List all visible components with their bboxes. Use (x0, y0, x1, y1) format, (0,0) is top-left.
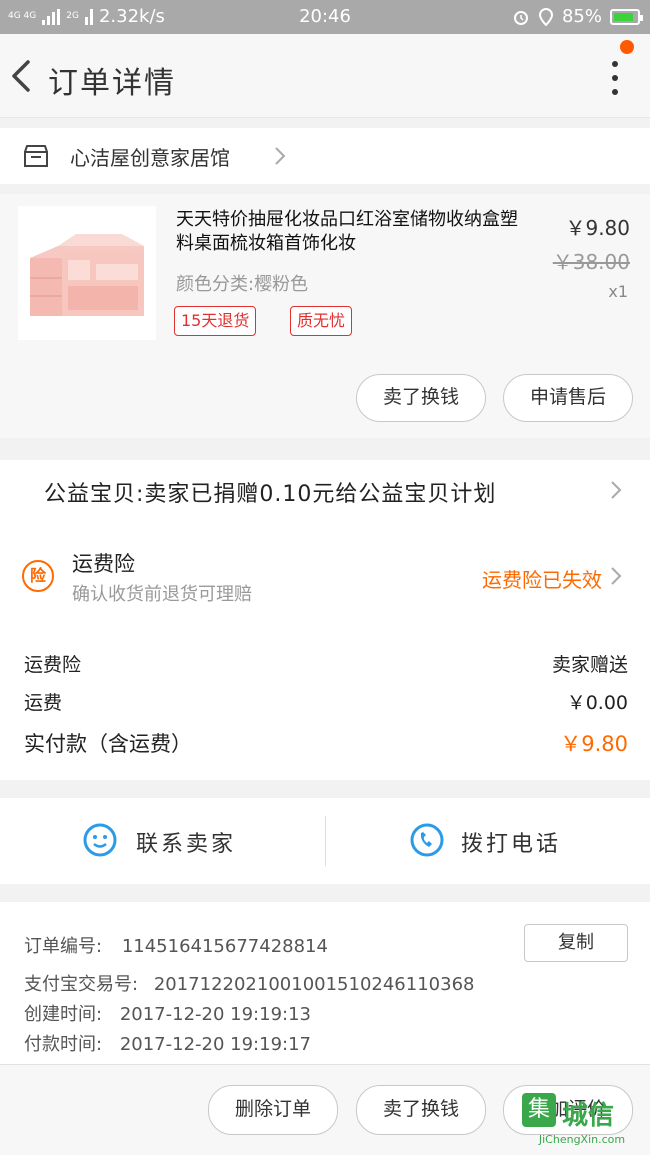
call-label: 拨打电话 (461, 832, 562, 857)
sell-button-bottom[interactable]: 卖了换钱 (356, 1085, 486, 1135)
page-title: 订单详情 (48, 66, 176, 101)
fee-row-insurance: 运费险 卖家赠送 (24, 650, 628, 677)
shop-row[interactable]: 心洁屋创意家居馆 (0, 128, 650, 184)
return-policy-tag: 15天退货 (174, 306, 257, 336)
copy-button[interactable]: 复制 (524, 924, 628, 962)
chat-icon (83, 823, 117, 857)
total-amount: ￥9.80 (560, 732, 628, 756)
paid-label: 付款时间: (24, 1034, 103, 1055)
insurance-title: 运费险 (72, 552, 135, 576)
fee-label: 运费 (24, 692, 63, 714)
contact-seller-label: 联系卖家 (136, 832, 237, 857)
charity-text: 公益宝贝:卖家已捐赠0.10元给公益宝贝计划 (44, 482, 497, 507)
watermark-badge: 集 (522, 1093, 556, 1127)
chevron-right-icon (611, 567, 622, 585)
call-button[interactable]: 拨打电话 (325, 798, 650, 884)
more-menu-button[interactable] (608, 58, 622, 98)
alipay-label: 支付宝交易号: (24, 974, 139, 995)
fee-row-shipping: 运费 ￥0.00 (24, 688, 628, 715)
product-image[interactable] (18, 206, 156, 340)
insurance-subtitle: 确认收货前退货可理赔 (72, 584, 252, 605)
created-label: 创建时间: (24, 1004, 103, 1025)
notification-dot (620, 40, 634, 54)
phone-icon (410, 823, 444, 857)
fees-section: 运费险 卖家赠送 运费 ￥0.00 实付款（含运费） ￥9.80 (0, 632, 650, 780)
product-title[interactable]: 天天特价抽屉化妆品口红浴室储物收纳盒塑料桌面梳妆箱首饰化妆 (176, 208, 526, 256)
back-button[interactable] (6, 56, 36, 96)
alipay-number-row: 支付宝交易号: 2017122021001001510246110368 (24, 970, 474, 996)
watermark-url: JiChengXin.com (538, 1133, 626, 1146)
header: 订单详情 (0, 34, 650, 118)
fee-value: 卖家赠送 (551, 654, 628, 676)
product-spec: 颜色分类:樱粉色 (176, 274, 309, 295)
shop-icon (24, 145, 48, 167)
contact-section: 联系卖家 拨打电话 (0, 798, 650, 884)
insurance-status: 运费险已失效 (482, 568, 602, 592)
watermark-text: 城信 (562, 1101, 615, 1131)
shipping-insurance-row[interactable]: 险 运费险 确认收货前退货可理赔 运费险已失效 (0, 520, 650, 632)
product-price: ￥9.80 (565, 216, 630, 240)
fee-label: 运费险 (24, 654, 82, 676)
location-icon (538, 7, 553, 26)
after-sales-button[interactable]: 申请售后 (503, 374, 633, 422)
battery-percent: 85% (561, 6, 602, 27)
fee-row-total: 实付款（含运费） ￥9.80 (24, 728, 628, 758)
order-number-label: 订单编号: (24, 936, 103, 957)
order-info-section: 订单编号: 114516415677428814 复制 支付宝交易号: 2017… (0, 902, 650, 1066)
fee-value: ￥0.00 (566, 692, 628, 714)
status-bar: 4G 4G 2G 2.32k/s 20:46 85% (0, 0, 650, 34)
product-original-price: ￥38.00 (552, 250, 630, 274)
created-time: 2017-12-20 19:19:13 (119, 1004, 311, 1025)
quality-tag: 质无忧 (290, 306, 353, 336)
shop-name: 心洁屋创意家居馆 (70, 146, 230, 170)
charity-row[interactable]: 公益宝贝:卖家已捐赠0.10元给公益宝贝计划 (0, 460, 650, 520)
battery-icon (610, 8, 643, 25)
insurance-badge-icon: 险 (22, 560, 54, 592)
chevron-right-icon (611, 481, 622, 499)
order-number: 114516415677428814 (121, 936, 328, 957)
alipay-number: 2017122021001001510246110368 (153, 974, 475, 995)
contact-seller-button[interactable]: 联系卖家 (0, 798, 325, 884)
watermark-logo: 集 城信 JiChengXin.com (522, 1093, 642, 1151)
product-quantity: x1 (608, 282, 628, 301)
bottom-action-bar: 删除订单 卖了换钱 追加评价 集 城信 JiChengXin.com (0, 1064, 650, 1155)
sell-button[interactable]: 卖了换钱 (356, 374, 486, 422)
delete-order-button[interactable]: 删除订单 (208, 1085, 338, 1135)
paid-time-row: 付款时间: 2017-12-20 19:19:17 (24, 1030, 311, 1056)
order-number-row: 订单编号: 114516415677428814 (24, 932, 328, 958)
chevron-right-icon (275, 147, 286, 165)
fee-label: 实付款（含运费） (24, 732, 192, 756)
alarm-icon (513, 10, 528, 25)
paid-time: 2017-12-20 19:19:17 (119, 1034, 311, 1055)
product-card: 天天特价抽屉化妆品口红浴室储物收纳盒塑料桌面梳妆箱首饰化妆 ￥9.80 ￥38.… (0, 194, 650, 438)
created-time-row: 创建时间: 2017-12-20 19:19:13 (24, 1000, 311, 1026)
status-right: 85% (512, 6, 643, 27)
